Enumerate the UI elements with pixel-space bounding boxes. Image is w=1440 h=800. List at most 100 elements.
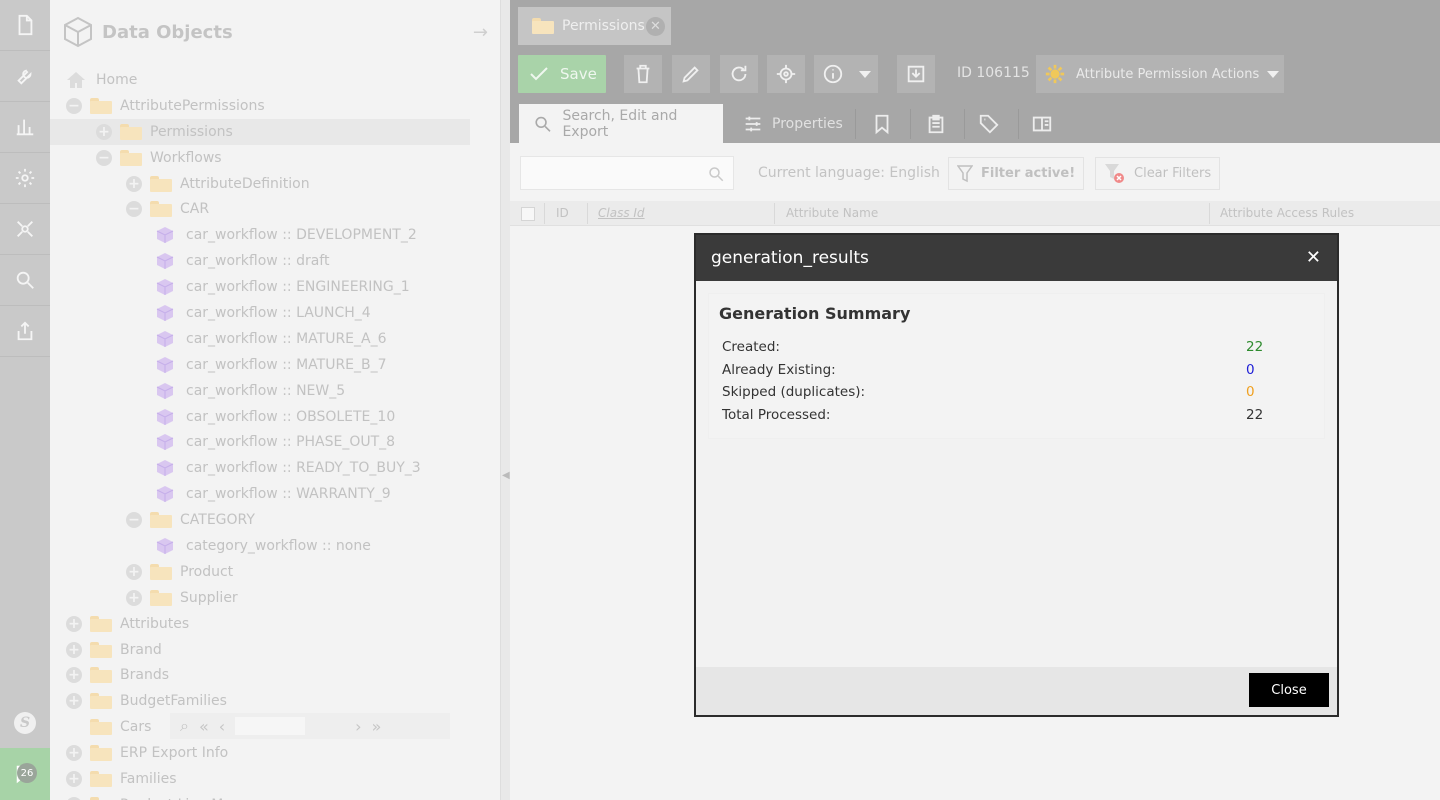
collapse-icon[interactable]: −: [66, 97, 82, 114]
select-all-checkbox[interactable]: [521, 207, 535, 221]
tree-item[interactable]: +Product Line M...: [50, 792, 470, 800]
previous-page-icon[interactable]: ‹: [219, 717, 225, 736]
tree-item[interactable]: car_workflow :: MATURE_A_6: [50, 326, 470, 352]
last-page-icon[interactable]: »: [372, 717, 382, 736]
tree-item[interactable]: car_workflow :: draft: [50, 248, 470, 274]
clear-filters-button[interactable]: Clear Filters: [1095, 157, 1221, 190]
tab-tags[interactable]: [978, 104, 1000, 143]
search-icon[interactable]: [0, 255, 50, 306]
collapse-icon[interactable]: −: [126, 512, 142, 529]
expand-icon[interactable]: +: [66, 770, 82, 787]
tree-item[interactable]: car_workflow :: ENGINEERING_1: [50, 274, 470, 300]
expand-icon[interactable]: +: [66, 693, 82, 710]
panel-splitter[interactable]: ◀: [501, 0, 510, 800]
search-icon[interactable]: ⌕: [180, 716, 189, 736]
tree-item-label: Brand: [120, 641, 162, 658]
tree-item[interactable]: car_workflow :: READY_TO_BUY_3: [50, 455, 470, 481]
tab-search-edit-export[interactable]: Search, Edit and Export: [519, 104, 723, 143]
tree-item[interactable]: + ERP Export Info: [50, 740, 470, 766]
tree-item[interactable]: + Brand: [50, 637, 470, 663]
tree-item[interactable]: car_workflow :: NEW_5: [50, 378, 470, 404]
tab-bookmark[interactable]: [871, 104, 893, 143]
summary-value: 22: [1246, 407, 1264, 423]
save-button[interactable]: Save: [518, 55, 606, 93]
expand-icon[interactable]: +: [66, 745, 82, 762]
tree-item[interactable]: Cars: [50, 714, 170, 740]
tree-item[interactable]: car_workflow :: WARRANTY_9: [50, 481, 470, 507]
network-icon[interactable]: [0, 204, 50, 255]
close-icon[interactable]: ✕: [1306, 247, 1321, 268]
expand-icon[interactable]: +: [66, 667, 82, 684]
collapse-icon[interactable]: −: [96, 149, 112, 166]
export-icon[interactable]: [0, 306, 50, 357]
folder-icon: [90, 641, 112, 658]
tree-item[interactable]: − AttributePermissions: [50, 93, 470, 119]
locate-button[interactable]: [767, 55, 805, 93]
folder-icon: [150, 175, 172, 192]
column-header-class-id[interactable]: Class Id: [598, 206, 645, 220]
tab-notes[interactable]: [925, 104, 947, 143]
wrench-icon[interactable]: [0, 51, 50, 102]
filter-active-button[interactable]: Filter active!: [948, 157, 1085, 190]
object-cube-icon: [156, 304, 174, 321]
tree-item[interactable]: + Product: [50, 559, 470, 585]
tree-item[interactable]: + Brands: [50, 662, 470, 688]
tree-item[interactable]: + AttributeDefinition: [50, 171, 470, 197]
download-button[interactable]: [897, 55, 935, 93]
expand-icon[interactable]: +: [126, 563, 142, 580]
search-input[interactable]: [520, 156, 734, 190]
tab-permissions[interactable]: Permissions ✕: [518, 7, 671, 45]
expand-icon[interactable]: +: [126, 589, 142, 606]
attribute-permission-actions-button[interactable]: Attribute Permission Actions: [1036, 55, 1282, 93]
collapse-icon[interactable]: −: [126, 201, 142, 218]
tab-preview[interactable]: [1031, 104, 1053, 143]
tree-item[interactable]: + Attributes: [50, 611, 470, 637]
chart-icon[interactable]: [0, 102, 50, 153]
expand-icon[interactable]: +: [66, 641, 82, 658]
tree-item-label: AttributePermissions: [120, 97, 265, 114]
expand-icon[interactable]: +: [66, 615, 82, 632]
tree-item[interactable]: − CAR: [50, 196, 470, 222]
page-input[interactable]: [235, 717, 306, 735]
info-button[interactable]: [814, 55, 852, 93]
column-header-attribute-access-rules[interactable]: Attribute Access Rules: [1220, 206, 1354, 220]
tree-item[interactable]: − CATEGORY: [50, 507, 470, 533]
tree-item[interactable]: car_workflow :: OBSOLETE_10: [50, 404, 470, 430]
tree-item[interactable]: − Workflows: [50, 145, 470, 171]
folder-icon: [150, 563, 172, 580]
tree-item-label: car_workflow :: MATURE_B_7: [186, 356, 387, 373]
expand-icon[interactable]: +: [126, 175, 142, 192]
notifications-button[interactable]: 26: [0, 748, 50, 800]
tree-item[interactable]: + Permissions: [50, 118, 470, 145]
tree-item[interactable]: + Families: [50, 766, 470, 792]
symfony-logo-icon[interactable]: S: [0, 698, 50, 748]
column-header-id[interactable]: ID: [556, 206, 569, 220]
gear-icon[interactable]: [0, 153, 50, 204]
close-tab-icon[interactable]: ✕: [646, 17, 665, 36]
file-icon[interactable]: [0, 0, 50, 51]
column-header-attribute-name[interactable]: Attribute Name: [786, 206, 878, 220]
tree-item[interactable]: category_workflow :: none: [50, 533, 470, 559]
next-page-icon[interactable]: ›: [355, 717, 361, 736]
rename-button[interactable]: [672, 55, 710, 93]
actions-dropdown-button[interactable]: [1262, 55, 1284, 93]
tree-item[interactable]: + Supplier: [50, 585, 470, 611]
tree-item[interactable]: car_workflow :: DEVELOPMENT_2: [50, 222, 470, 248]
tree-item[interactable]: + BudgetFamilies: [50, 688, 470, 714]
save-label: Save: [560, 65, 597, 83]
tag-icon: [979, 114, 999, 134]
arrow-right-icon[interactable]: →: [473, 22, 488, 43]
reload-button[interactable]: [720, 55, 758, 93]
tree-item[interactable]: Home: [50, 67, 470, 93]
tree-item[interactable]: car_workflow :: LAUNCH_4: [50, 300, 470, 326]
collapse-arrow-icon[interactable]: ◀: [502, 470, 510, 481]
close-button[interactable]: Close: [1249, 673, 1329, 707]
tree-item[interactable]: car_workflow :: PHASE_OUT_8: [50, 429, 470, 455]
info-dropdown-button[interactable]: [852, 55, 878, 93]
tab-properties[interactable]: Properties: [742, 104, 843, 143]
info-icon: [823, 64, 843, 84]
tree-item[interactable]: car_workflow :: MATURE_B_7: [50, 352, 470, 378]
first-page-icon[interactable]: «: [199, 717, 209, 736]
expand-icon[interactable]: +: [96, 123, 112, 140]
delete-button[interactable]: [624, 55, 662, 93]
